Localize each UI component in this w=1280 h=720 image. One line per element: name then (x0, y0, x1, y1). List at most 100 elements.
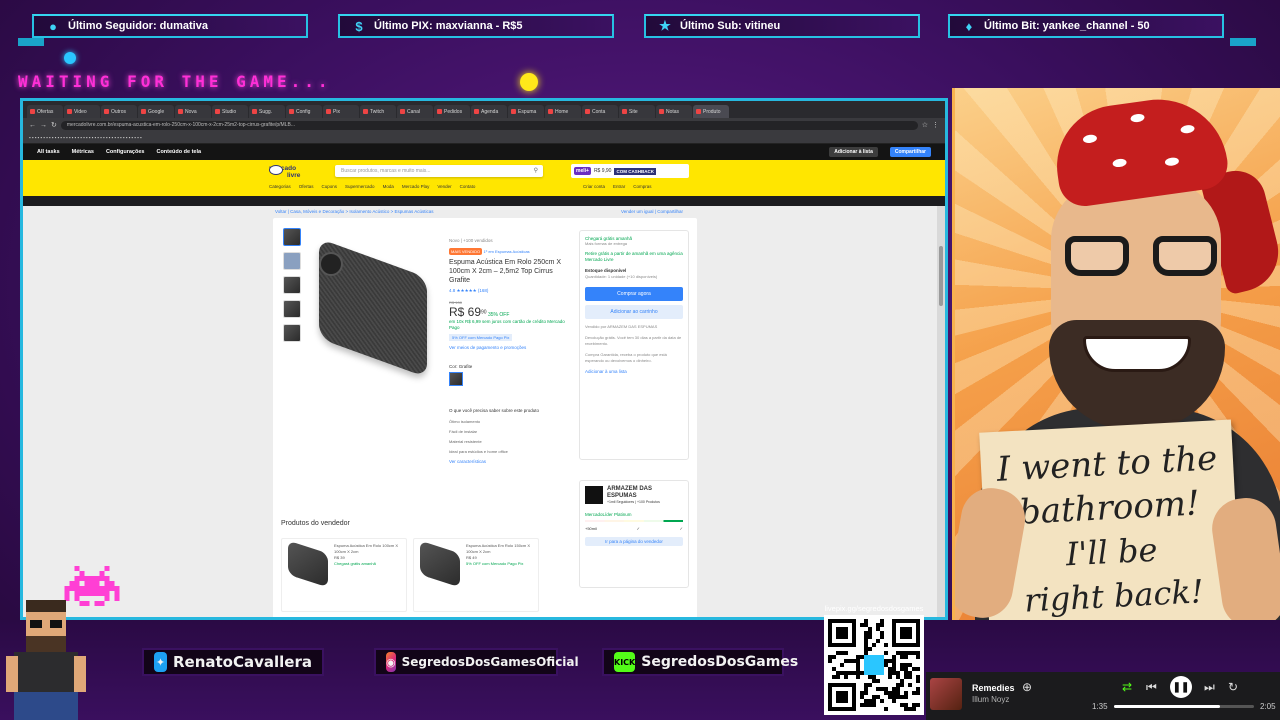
bookmark-item[interactable]: ▪ ▪ ▪ ▪ ▪ ▪ ▪ ▪ ▪ ▪ ▪ ▪ ▪ ▪ ▪ ▪ ▪ ▪ ▪ ▪ … (29, 135, 142, 140)
access-item[interactable]: All tasks (37, 149, 60, 155)
browser-tab[interactable]: Google (138, 105, 174, 118)
ml-nav-item[interactable]: Mercado Play (402, 184, 430, 189)
tab-favicon (511, 109, 516, 114)
brb-illustration: I went to the bathroom! I'll be right ba… (952, 88, 1280, 668)
previous-icon[interactable]: ⏮ (1146, 680, 1157, 695)
sell-share-links[interactable]: Vender um igual | Compartilhar (621, 209, 683, 214)
browser-tab[interactable]: Nova (175, 105, 211, 118)
ml-nav-item[interactable]: Cupons (322, 184, 338, 189)
star-icon[interactable]: ☆ (922, 121, 928, 129)
browser-tab[interactable]: Agenda (471, 105, 507, 118)
browser-tab[interactable]: Produto (693, 105, 729, 118)
delivery-sub[interactable]: Mais formas de entrega (585, 241, 683, 246)
browser-tab[interactable]: Conta (582, 105, 618, 118)
payment-methods-link[interactable]: Ver meios de pagamento e promoções (449, 345, 574, 350)
browser-tab[interactable]: Twitch (360, 105, 396, 118)
browser-tab[interactable]: Ofertas (27, 105, 63, 118)
feature-item: Material resistente (449, 439, 482, 444)
access-item[interactable]: Configurações (106, 149, 145, 155)
page-scrollbar[interactable] (937, 206, 945, 617)
reload-icon[interactable]: ↻ (51, 121, 57, 129)
pause-button[interactable]: ❚❚ (1170, 676, 1192, 698)
access-item[interactable]: Métricas (72, 149, 94, 155)
feature-item: Ótimo isolamento (449, 419, 481, 424)
progress-bar[interactable] (1114, 705, 1254, 708)
browser-tab[interactable]: Notas (656, 105, 692, 118)
buy-now-button[interactable]: Comprar agora (585, 287, 683, 301)
ml-nav-item[interactable]: Compras (633, 184, 651, 189)
browser-tab[interactable]: Pix (323, 105, 359, 118)
browser-tab[interactable]: Site (619, 105, 655, 118)
back-icon[interactable]: ← (29, 122, 36, 129)
seller-product-card[interactable]: Espuma Acústica Em Rolo 100cm X 100cm X … (281, 538, 407, 612)
browser-tab[interactable]: Sugg. (249, 105, 285, 118)
ml-nav-item[interactable]: Vender (437, 184, 451, 189)
tab-label: Produto (703, 108, 721, 115)
shuffle-icon[interactable]: ⇄ (1122, 680, 1132, 694)
tab-label: Pix (333, 108, 340, 115)
seller-product-card[interactable]: Espuma Acústica Em Rolo 150cm X 100cm X … (413, 538, 539, 612)
color-swatch[interactable] (449, 372, 463, 386)
menu-icon[interactable]: ⋮ (932, 121, 939, 129)
thumbnail[interactable] (283, 252, 301, 270)
stat-value: ✓ (679, 526, 683, 531)
sold-by[interactable]: Vendido por ARMAZEM DAS ESPUMAS (585, 324, 683, 330)
repeat-icon[interactable]: ↻ (1228, 680, 1238, 694)
screen-capture: Ofertas Video Outros Google Nova Studio Sugg. C… (20, 98, 948, 620)
url-input[interactable]: mercadolivre.com.br/espuma-acustica-em-r… (60, 120, 918, 130)
social-handle: RenatoCavallera (172, 653, 312, 671)
category-rank[interactable]: 1º em Espumas Acústicas (484, 249, 530, 254)
browser-tab[interactable]: Config (286, 105, 322, 118)
ml-nav-item[interactable]: Supermercado (345, 184, 375, 189)
thumbnail[interactable] (283, 228, 301, 246)
tab-favicon (363, 109, 368, 114)
share-button[interactable]: Compartilhar (889, 147, 931, 157)
breadcrumb[interactable]: Voltar | Casa, Móveis e Decoração > Isol… (275, 209, 434, 214)
meli-promo-banner[interactable]: meli+ R$ 9,90 COM CASHBACK (571, 164, 689, 178)
tab-favicon (474, 109, 479, 114)
ml-nav-item[interactable]: Ofertas (299, 184, 314, 189)
seller-box: ARMAZEM DAS ESPUMAS +1mil Seguidores | +… (579, 480, 689, 588)
browser-tab[interactable]: Pedidos (434, 105, 470, 118)
product-info: Novo | +100 vendidos MAIS VENDIDO 1º em … (449, 238, 574, 464)
browser-tab[interactable]: Espuma (508, 105, 544, 118)
decor-dot (520, 73, 538, 91)
browser-tab[interactable]: Video (64, 105, 100, 118)
social-kick: KICK SegredosDosGames (602, 648, 798, 676)
product-card: Novo | +100 vendidos MAIS VENDIDO 1º em … (273, 218, 697, 617)
product-image[interactable] (313, 238, 433, 378)
add-icon[interactable]: ⊕ (1022, 680, 1032, 694)
ml-nav-item[interactable]: Categorias (269, 184, 291, 189)
ml-logo[interactable]: mercado livre (269, 165, 300, 179)
seller-page-button[interactable]: Ir para a página do vendedor (585, 537, 683, 546)
track-title: Remedies (972, 683, 1015, 693)
ml-nav-item[interactable]: Entrar (613, 184, 625, 189)
ml-nav-right: Criar conta Entrar Compras (583, 184, 652, 189)
seller-product-image (288, 540, 328, 588)
forward-icon[interactable]: → (40, 122, 47, 129)
see-features-link[interactable]: Ver características (449, 459, 574, 464)
search-icon[interactable]: ⚲ (534, 165, 538, 177)
ml-nav-item[interactable]: Moda (383, 184, 394, 189)
browser-tab[interactable]: Home (545, 105, 581, 118)
add-to-list-button[interactable]: Adicionar à lista (829, 147, 878, 157)
rating[interactable]: 4.8 ★★★★★ (168) (449, 288, 574, 294)
next-icon[interactable]: ⏭ (1204, 680, 1215, 695)
ml-nav-item[interactable]: Criar conta (583, 184, 605, 189)
access-item[interactable]: Conteúdo de tela (156, 149, 201, 155)
browser-tab[interactable]: Studio (212, 105, 248, 118)
color-label: Cor: Grafite (449, 364, 473, 369)
quantity-select[interactable]: Quantidade: 1 unidade (+10 disponíveis) (585, 274, 683, 279)
thumbnail[interactable] (283, 300, 301, 318)
add-to-cart-button[interactable]: Adicionar ao carrinho (585, 305, 683, 319)
search-input[interactable]: Buscar produtos, marcas e muito mais... … (335, 165, 543, 177)
browser-tab[interactable]: Canal (397, 105, 433, 118)
scrollbar-thumb[interactable] (939, 246, 943, 306)
tab-favicon (215, 109, 220, 114)
thumbnail[interactable] (283, 324, 301, 342)
ml-nav-item[interactable]: Contato (460, 184, 476, 189)
total-time: 2:05 (1260, 702, 1276, 711)
browser-tab[interactable]: Outros (101, 105, 137, 118)
add-to-list-link[interactable]: Adicionar à uma lista (585, 369, 683, 375)
thumbnail[interactable] (283, 276, 301, 294)
